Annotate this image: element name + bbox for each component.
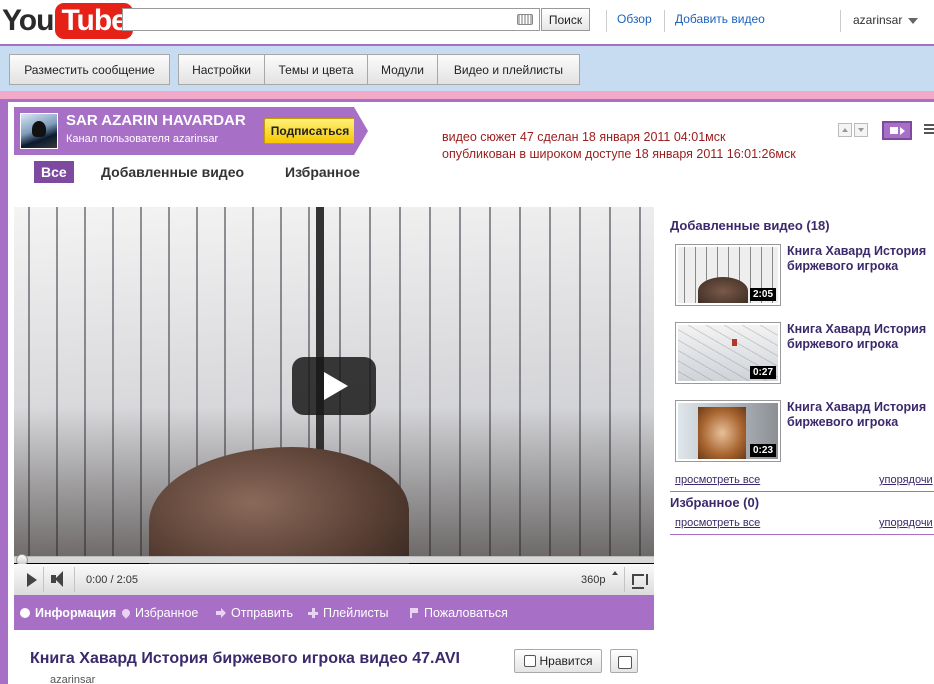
share-action[interactable]: Отправить bbox=[216, 606, 293, 620]
channel-toolbar: Разместить сообщение Настройки Темы и цв… bbox=[0, 44, 934, 91]
channel-subtitle: Канал пользователя azarinsar bbox=[66, 133, 219, 145]
divider bbox=[670, 491, 934, 492]
playlists-action[interactable]: Плейлисты bbox=[308, 606, 388, 620]
flag-icon bbox=[409, 608, 419, 618]
duration-badge: 0:27 bbox=[749, 366, 776, 379]
progress-bar[interactable] bbox=[14, 556, 654, 563]
modules-button[interactable]: Модули bbox=[367, 54, 438, 85]
info-label: Информация bbox=[35, 606, 117, 620]
info-icon bbox=[20, 608, 30, 618]
avatar[interactable] bbox=[20, 113, 58, 149]
channel-header: SAR AZARIN HAVARDAR Канал пользователя a… bbox=[8, 102, 934, 202]
keyboard-icon[interactable] bbox=[517, 14, 533, 25]
settings-button[interactable]: Настройки bbox=[178, 54, 265, 85]
share-arrow-icon bbox=[216, 608, 226, 618]
scroll-down-icon[interactable] bbox=[854, 123, 868, 137]
uploads-heading[interactable]: Добавленные видео (18) bbox=[670, 218, 830, 233]
subscribe-button[interactable]: Подписаться bbox=[264, 118, 356, 144]
profile-arrow bbox=[354, 107, 368, 155]
username-menu[interactable]: azarinsar bbox=[853, 13, 902, 27]
tab-all[interactable]: Все bbox=[34, 161, 74, 183]
video-title[interactable]: Книга Хавард История биржевого игрока ви… bbox=[30, 650, 460, 668]
divider bbox=[670, 534, 934, 535]
scroll-up-icon[interactable] bbox=[838, 123, 852, 137]
browse-link[interactable]: Обзор bbox=[617, 12, 652, 26]
thumbnail-image: 2:05 bbox=[678, 247, 778, 303]
favorite-label: Избранное bbox=[135, 606, 199, 620]
duration-badge: 2:05 bbox=[749, 288, 776, 301]
heart-icon bbox=[120, 607, 132, 619]
player-view-icon[interactable] bbox=[882, 121, 912, 140]
divider bbox=[606, 10, 607, 32]
video-created-text: видео сюжет 47 сделан 18 января 2011 04:… bbox=[442, 130, 726, 144]
video-thumbnail[interactable]: 2:05 bbox=[675, 244, 781, 306]
profile-badge: SAR AZARIN HAVARDAR Канал пользователя a… bbox=[14, 107, 356, 155]
videos-playlists-button[interactable]: Видео и плейлисты bbox=[437, 54, 580, 85]
grid-view-icon[interactable] bbox=[924, 124, 934, 136]
thumbs-up-icon bbox=[523, 655, 536, 667]
divider bbox=[664, 10, 665, 32]
report-label: Пожаловаться bbox=[424, 606, 508, 620]
favorite-action[interactable]: Избранное bbox=[120, 606, 199, 620]
like-label: Нравится bbox=[539, 654, 593, 668]
fullscreen-icon[interactable] bbox=[624, 567, 651, 592]
channel-name[interactable]: SAR AZARIN HAVARDAR bbox=[66, 112, 246, 129]
logo-you: You bbox=[2, 4, 54, 37]
volume-icon[interactable] bbox=[45, 567, 75, 592]
video-player[interactable]: 0:00 / 2:05 360p bbox=[14, 207, 654, 595]
playlists-label: Плейлисты bbox=[323, 606, 389, 620]
chevron-down-icon[interactable] bbox=[908, 18, 918, 24]
search-button[interactable]: Поиск bbox=[541, 8, 590, 31]
player-controls: 0:00 / 2:05 360p bbox=[14, 564, 654, 595]
play-icon[interactable] bbox=[18, 567, 44, 592]
video-link[interactable]: Книга Хавард История биржевого игрока bbox=[787, 400, 934, 430]
youtube-logo[interactable]: You Tube bbox=[2, 2, 133, 40]
video-thumbnail[interactable]: 0:23 bbox=[675, 400, 781, 462]
divider bbox=[840, 10, 841, 32]
video-author[interactable]: azarinsar bbox=[50, 674, 95, 684]
see-all-favorites-link[interactable]: просмотреть все bbox=[675, 517, 760, 529]
tab-favorites[interactable]: Избранное bbox=[285, 164, 360, 180]
video-thumbnail[interactable]: 0:27 bbox=[675, 322, 781, 384]
like-button[interactable]: Нравится bbox=[514, 649, 602, 673]
search-input[interactable] bbox=[122, 8, 540, 31]
info-tab[interactable]: Информация bbox=[20, 606, 116, 620]
sort-favorites-link[interactable]: упорядочи bbox=[879, 517, 933, 529]
share-label: Отправить bbox=[231, 606, 293, 620]
thumbnail-image: 0:27 bbox=[678, 325, 778, 381]
video-link[interactable]: Книга Хавард История биржевого игрока bbox=[787, 244, 934, 274]
themes-button[interactable]: Темы и цвета bbox=[264, 54, 368, 85]
video-link[interactable]: Книга Хавард История биржевого игрока bbox=[787, 322, 934, 352]
post-message-button[interactable]: Разместить сообщение bbox=[9, 54, 170, 85]
background-strip bbox=[0, 91, 934, 99]
chevron-up-icon[interactable] bbox=[612, 571, 618, 575]
channel-content: SAR AZARIN HAVARDAR Канал пользователя a… bbox=[8, 102, 934, 684]
duration-badge: 0:23 bbox=[749, 444, 776, 457]
big-play-icon[interactable] bbox=[292, 357, 376, 415]
video-action-bar: Информация Избранное Отправить Плейлисты… bbox=[14, 595, 654, 630]
masthead: You Tube Поиск Обзор Добавить видео azar… bbox=[0, 0, 934, 44]
quality-selector[interactable]: 360p bbox=[581, 574, 605, 586]
sort-uploads-link[interactable]: упорядочи bbox=[879, 474, 933, 486]
time-display: 0:00 / 2:05 bbox=[86, 574, 138, 586]
upload-link[interactable]: Добавить видео bbox=[675, 12, 765, 26]
dislike-button[interactable] bbox=[610, 649, 638, 673]
favorites-heading[interactable]: Избранное (0) bbox=[670, 495, 759, 510]
see-all-uploads-link[interactable]: просмотреть все bbox=[675, 474, 760, 486]
report-action[interactable]: Пожаловаться bbox=[409, 606, 508, 620]
plus-icon bbox=[308, 608, 318, 618]
channel-frame: SAR AZARIN HAVARDAR Канал пользователя a… bbox=[0, 99, 934, 684]
thumbnail-image: 0:23 bbox=[678, 403, 778, 459]
tab-uploads[interactable]: Добавленные видео bbox=[101, 164, 244, 180]
video-published-text: опубликован в широком доступе 18 января … bbox=[442, 147, 796, 161]
